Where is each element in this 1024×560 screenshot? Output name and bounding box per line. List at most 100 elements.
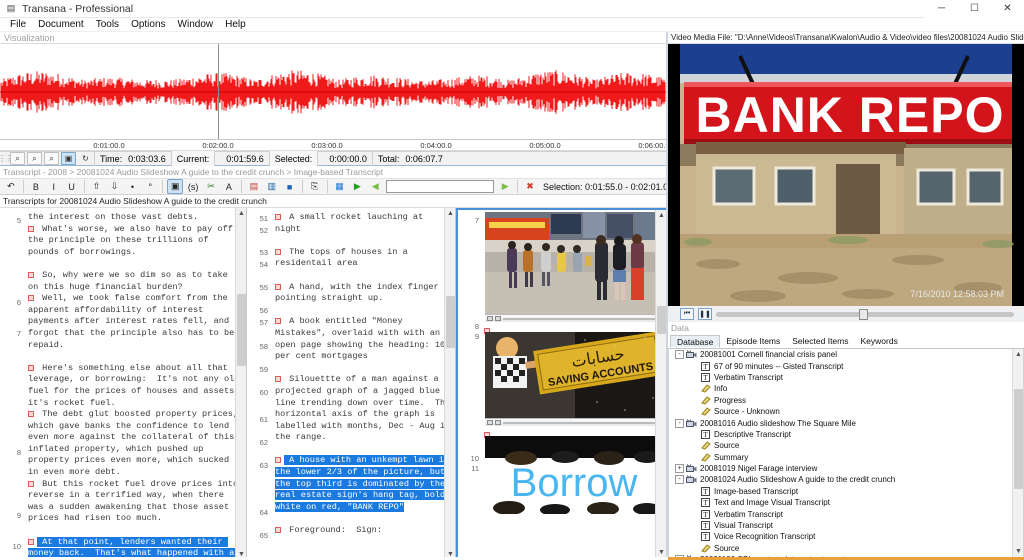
bullet-icon[interactable]: • [124, 179, 140, 194]
search-input[interactable] [386, 180, 495, 193]
promote-icon[interactable]: ⇧ [89, 179, 105, 194]
menu-item-options[interactable]: Options [125, 18, 171, 32]
transcript-paragraph[interactable]: So, why were we so dim so as to take on … [28, 270, 242, 293]
transcript-paragraph[interactable]: A book entitled "Money Mistakes", overla… [275, 316, 451, 362]
transcript-paragraph[interactable]: Here's something else about all that lev… [28, 363, 242, 409]
transcript-paragraph[interactable]: But this rocket fuel drove prices into r… [28, 479, 242, 525]
timecode-marker-icon[interactable] [28, 480, 34, 487]
media-thumb-saving-accounts[interactable]: حسابات SAVING ACCOUNTS [485, 332, 663, 418]
timecode-marker-icon[interactable] [275, 376, 281, 383]
timecode-icon[interactable]: ▣ [167, 179, 184, 194]
transcript-scrollbar-1[interactable]: ▲ ▼ [235, 208, 246, 560]
transcript-paragraph[interactable]: The tops of houses in a residentail area [275, 247, 451, 270]
tree-node[interactable]: Source [669, 543, 1023, 554]
video-stage[interactable]: BANK REPO 7/16/2010 12:58:03 PM [668, 44, 1024, 306]
scrollbar-thumb[interactable] [1014, 389, 1023, 489]
refresh-icon[interactable]: ↻ [78, 152, 93, 165]
timecode-marker-icon[interactable] [28, 411, 34, 418]
clear-selection-icon[interactable]: ✖ [522, 179, 538, 194]
close-button[interactable]: ✕ [991, 0, 1024, 18]
menu-item-tools[interactable]: Tools [90, 18, 125, 32]
tab-selected-items[interactable]: Selected Items [786, 335, 854, 348]
timecode-marker-icon[interactable] [275, 527, 281, 534]
zoom-out-icon[interactable]: ⌕ [27, 152, 42, 165]
scroll-up-icon[interactable]: ▲ [236, 208, 246, 219]
tree-node[interactable]: T Verbatim Transcript [669, 372, 1023, 383]
timecode-marker-icon[interactable] [275, 214, 281, 220]
tree-node[interactable]: - 20081024 Audio Slideshow A guide to the… [669, 474, 1023, 485]
font-icon[interactable]: A [221, 179, 237, 194]
paste-icon[interactable]: ⎘ [307, 179, 323, 194]
timecode-marker-icon[interactable] [275, 318, 281, 325]
transcript-paragraph[interactable]: Well, we took false comfort from the app… [28, 293, 242, 351]
media-progress-track[interactable] [503, 421, 657, 424]
transcript-paragraph[interactable]: Silouettte of a man against a projected … [275, 374, 451, 444]
tree-node[interactable]: Progress [669, 395, 1023, 406]
visual-media-area[interactable]: حسابات SAVING ACCOUNTS Borrow [482, 210, 666, 558]
visual-transcript-pane[interactable]: 7 8 9 10 11 حسابات SAVING ACCOUNTS Borro… [456, 208, 668, 560]
transcript-paragraph[interactable]: A house with an unkempt lawn in the lowe… [275, 455, 455, 513]
scrollbar-thumb[interactable] [237, 294, 246, 366]
minimize-button[interactable]: ─ [925, 0, 958, 18]
timecode-marker-icon[interactable] [275, 457, 281, 464]
bold-icon[interactable]: B [28, 179, 44, 194]
tree-node[interactable]: Summary [669, 452, 1023, 463]
database-tree[interactable]: ▲ ▼ - 20081001 Cornell financial crisis p… [668, 349, 1024, 558]
tree-node[interactable]: - 20081016 Audio slideshow The Square Mil… [669, 417, 1023, 428]
tree-node[interactable]: T 67 of 90 minutes -- Gisted Transcript [669, 360, 1023, 371]
image-snapshot-icon[interactable]: ▥ [264, 179, 280, 194]
media-controls[interactable] [485, 314, 663, 322]
menu-item-file[interactable]: File [4, 18, 32, 32]
tree-node[interactable]: T Verbatim Transcript [669, 508, 1023, 519]
menu-item-document[interactable]: Document [32, 18, 90, 32]
timecode-marker-icon[interactable] [275, 283, 281, 290]
menu-item-window[interactable]: Window [172, 18, 220, 32]
collapse-icon[interactable]: - [675, 475, 684, 485]
transcript-text-area[interactable]: A small rocket lauching at night The top… [271, 208, 455, 560]
zoom-reset-icon[interactable]: ⌕ [44, 152, 59, 165]
transcript-paragraph[interactable]: the interest on those vast debts. [28, 212, 242, 224]
save-waveform-icon[interactable]: ▣ [61, 152, 76, 165]
media-pause-icon[interactable] [495, 316, 501, 321]
scrollbar-thumb[interactable] [657, 306, 666, 334]
multiple-transcripts-icon[interactable]: ▤ [246, 179, 262, 194]
timecode-marker-icon[interactable] [28, 271, 34, 278]
tree-node[interactable]: T Text and Image Visual Transcript [669, 497, 1023, 508]
tree-node[interactable]: - 20081001 Cornell financial crisis panel [669, 349, 1023, 360]
tree-node[interactable]: Source [669, 440, 1023, 451]
prev-search-icon[interactable]: ◀ [367, 179, 383, 194]
scrollbar-thumb[interactable] [446, 296, 455, 348]
tree-node[interactable]: Info [669, 383, 1023, 394]
transcript-paragraph[interactable]: Foreground: Sign: [275, 525, 451, 537]
timecode-marker-icon[interactable] [28, 225, 34, 232]
waveform-visualization[interactable] [0, 44, 668, 140]
media-thumb-shoppers[interactable] [485, 212, 663, 314]
visual-pane-scrollbar[interactable]: ▲ ▼ [655, 210, 666, 558]
menu-item-help[interactable]: Help [219, 18, 252, 32]
list-item[interactable]: حسابات SAVING ACCOUNTS [485, 332, 663, 426]
tree-scrollbar[interactable]: ▲ ▼ [1012, 349, 1023, 557]
tab-database[interactable]: Database [670, 335, 721, 348]
media-play-icon[interactable] [487, 420, 493, 425]
transcript-paragraph[interactable]: A hand, with the index finger pointing s… [275, 282, 451, 305]
edit-mode-icon[interactable]: ▦ [332, 179, 348, 194]
media-thumb-borrow[interactable]: Borrow [485, 436, 663, 514]
transcript-paragraph[interactable]: A small rocket lauching at night [275, 212, 451, 235]
save-icon[interactable]: ■ [282, 179, 298, 194]
underline-icon[interactable]: U [64, 179, 80, 194]
italic-icon[interactable]: I [46, 179, 62, 194]
collapse-icon[interactable]: - [675, 350, 684, 360]
tree-node[interactable]: Source - Unknown [669, 406, 1023, 417]
demote-icon[interactable]: ⇩ [107, 179, 123, 194]
rewind-icon[interactable]: ⏮ [680, 308, 694, 320]
timeline-ruler[interactable]: 0:01:00.0 0:02:00.0 0:03:00.0 0:04:00.0 0:05… [0, 140, 670, 151]
video-seek-thumb[interactable] [859, 308, 869, 320]
media-play-icon[interactable] [487, 316, 493, 321]
scroll-down-icon[interactable]: ▼ [1013, 546, 1023, 557]
zoom-in-icon[interactable]: ⌕ [10, 152, 25, 165]
tab-episode-items[interactable]: Episode Items [720, 335, 786, 348]
scroll-up-icon[interactable]: ▲ [445, 208, 455, 219]
tree-node[interactable]: +20081019 Nigel Farage interview [669, 463, 1023, 474]
timecode-marker-icon[interactable] [28, 295, 34, 302]
timecode-marker-icon[interactable] [28, 364, 34, 371]
